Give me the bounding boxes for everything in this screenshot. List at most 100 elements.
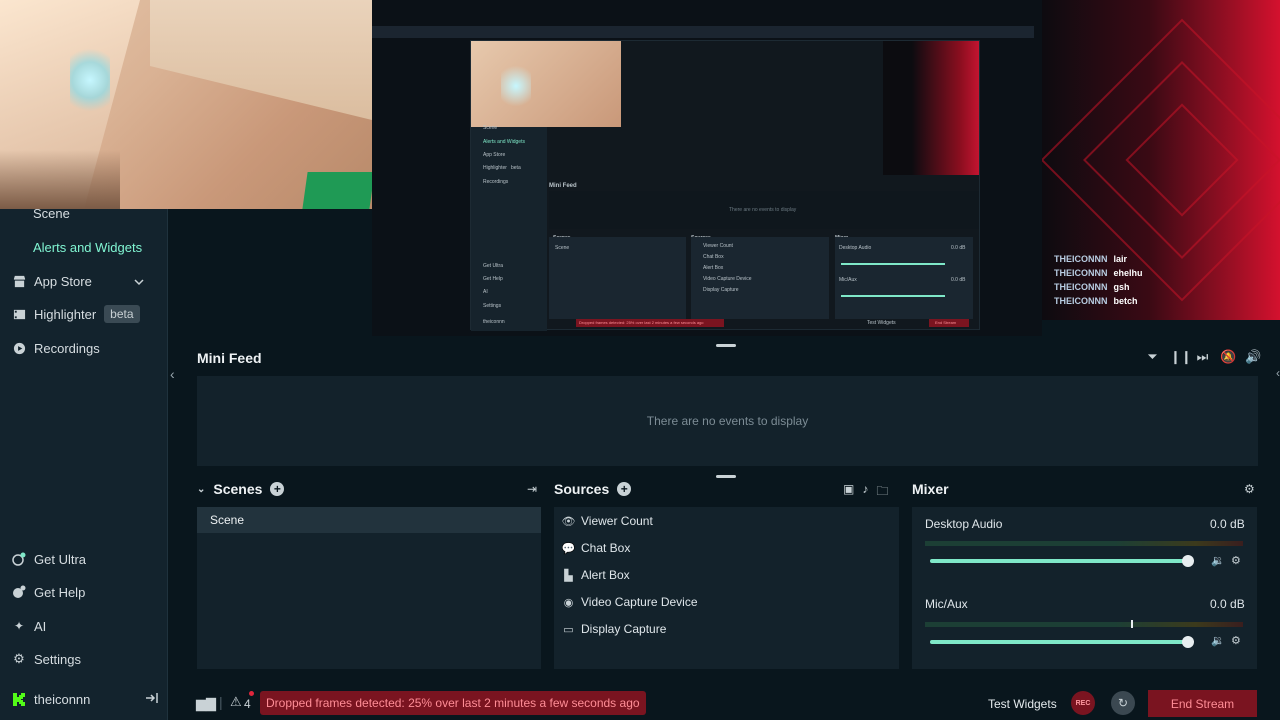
preview-top-bar <box>372 26 1034 38</box>
resize-handle[interactable] <box>716 475 736 478</box>
chat-text: ehelhu <box>1113 268 1143 278</box>
warning-icon[interactable]: ⚠ <box>230 694 242 710</box>
nested-sources-panel: Viewer Count Chat Box Alert Box Video Ca… <box>691 237 829 319</box>
nested-app-store: App Store <box>483 152 506 158</box>
chat-user: THEICONNN <box>1054 254 1108 264</box>
nested-dropped-pill: Dropped frames detected: 25% over last 2… <box>576 319 724 327</box>
scene-transition-icon[interactable]: ⇥ <box>527 482 537 496</box>
scenes-toolbar: ⇥ <box>527 482 537 496</box>
replay-buffer-button[interactable]: ↻ <box>1111 691 1135 715</box>
nested-src-display: Display Capture <box>703 287 739 293</box>
sidebar-item-label: AI <box>34 618 47 634</box>
sidebar-item-alerts-widgets[interactable]: Alerts and Widgets <box>33 236 142 258</box>
test-widgets-button[interactable]: Test Widgets <box>988 697 1057 711</box>
nested-chat-area <box>883 41 979 175</box>
stats-icon[interactable]: ▆▇ <box>196 696 216 712</box>
speaker-icon[interactable]: 🔉 <box>1211 554 1225 567</box>
expand-panel-icon[interactable]: ‹ <box>1276 366 1280 380</box>
nested-dropped-text: Dropped frames detected: 25% over last 2… <box>579 320 704 325</box>
nested-ai: AI <box>483 289 488 295</box>
collapse-sidebar-icon[interactable]: ‹ <box>170 366 175 382</box>
sidebar-item-get-ultra[interactable]: Get Ultra <box>12 548 86 570</box>
nested-feed: There are no events to display <box>549 191 979 229</box>
sources-list: 👁 Viewer Count 💬 Chat Box ▙ Alert Box ◉ … <box>554 507 899 669</box>
ultra-icon <box>12 552 26 566</box>
resize-handle[interactable] <box>716 344 736 347</box>
chat-user: THEICONNN <box>1054 296 1108 306</box>
sources-title: Sources <box>554 481 610 497</box>
sidebar-item-highlighter[interactable]: Highlighter beta <box>12 303 140 325</box>
volume-icon[interactable]: 🔊 <box>1245 349 1261 365</box>
volume-slider[interactable] <box>930 640 1188 644</box>
chevron-down-icon[interactable] <box>134 274 144 289</box>
gear-icon[interactable]: ⚙ <box>1231 634 1241 647</box>
filter-icon[interactable]: ⏷ <box>1145 349 1160 365</box>
record-button[interactable]: REC <box>1071 691 1095 715</box>
sidebar-item-label: Recordings <box>34 340 100 356</box>
sidebar-item-get-help[interactable]: Get Help <box>12 581 85 603</box>
nested-no-events: There are no events to display <box>729 207 797 213</box>
add-group-icon[interactable]: ▣ <box>843 482 854 503</box>
replay-icon: ↻ <box>1117 696 1129 710</box>
notification-dot <box>249 691 254 696</box>
volume-slider-knob[interactable] <box>1182 555 1194 567</box>
audio-source-icon[interactable]: ♪ <box>862 482 868 503</box>
mixer-title: Mixer <box>912 481 949 497</box>
mixer-channel-label: Mic/Aux <box>925 597 968 611</box>
dropped-frames-alert[interactable]: Dropped frames detected: 25% over last 2… <box>260 691 646 715</box>
nested-src-video: Video Capture Device <box>703 276 752 282</box>
sidebar-item-settings[interactable]: ⚙ Settings <box>12 648 81 670</box>
gear-icon[interactable]: ⚙ <box>1244 482 1255 496</box>
webcam-feed <box>0 0 372 209</box>
mute-notifications-icon[interactable]: 🔕 <box>1220 349 1236 365</box>
speaker-icon[interactable]: 🔉 <box>1211 634 1225 647</box>
chat-icon: 💬 <box>561 542 576 555</box>
sparkle-icon: ✦ <box>13 619 25 633</box>
scene-item[interactable]: Scene <box>197 507 541 533</box>
nested-src-chat: Chat Box <box>703 254 724 260</box>
sidebar-item-ai[interactable]: ✦ AI <box>12 615 46 637</box>
add-source-button[interactable]: + <box>617 482 632 496</box>
sidebar-item-label: Settings <box>34 651 81 667</box>
source-item-label: Chat Box <box>581 541 631 555</box>
end-stream-label: End Stream <box>1170 696 1235 711</box>
pause-icon[interactable]: ❙❙ <box>1170 349 1192 365</box>
end-stream-button[interactable]: End Stream <box>1148 690 1257 717</box>
volume-slider-knob[interactable] <box>1182 636 1194 648</box>
logout-icon[interactable] <box>145 692 158 707</box>
nested-highlighter: Highlighter <box>483 165 507 171</box>
add-scene-button[interactable]: + <box>270 482 285 496</box>
chat-user: THEICONNN <box>1054 282 1108 292</box>
nested-webcam <box>471 41 621 127</box>
sidebar-item-label: App Store <box>34 273 92 289</box>
nested-get-help: Get Help <box>483 276 503 282</box>
source-item[interactable]: 💬 Chat Box <box>561 538 631 558</box>
mixer-db-readout: 0.0 dB <box>1210 517 1245 531</box>
add-folder-icon[interactable]: 🗀 <box>876 482 888 503</box>
help-icon <box>12 585 26 599</box>
nested-desktop-slider <box>841 263 945 265</box>
sidebar-item-label: Get Help <box>34 584 86 600</box>
source-item-label: Display Capture <box>581 622 667 636</box>
volume-slider[interactable] <box>930 559 1188 563</box>
collapse-chevron-icon[interactable]: ⌄ <box>197 484 205 495</box>
nested-test-widgets: Test Widgets <box>867 320 896 326</box>
mixer-db-readout: 0.0 dB <box>1210 597 1245 611</box>
nested-get-ultra: Get Ultra <box>483 263 504 269</box>
source-item[interactable]: 👁 Viewer Count <box>562 511 653 531</box>
chat-text: betch <box>1113 296 1138 306</box>
source-item[interactable]: ▙ Alert Box <box>562 565 629 585</box>
sidebar-item-recordings[interactable]: Recordings <box>12 337 100 359</box>
sidebar-item-app-store[interactable]: App Store <box>12 270 158 292</box>
webcam-icon: ◉ <box>563 596 574 609</box>
sidebar-item-label: Get Ultra <box>34 551 87 567</box>
mixer-panel: Desktop Audio 0.0 dB 🔉 ⚙ Mic/Aux 0.0 dB … <box>912 507 1257 669</box>
gear-icon[interactable]: ⚙ <box>1231 554 1241 567</box>
sidebar-user[interactable]: theiconnn <box>12 688 158 710</box>
source-item[interactable]: ◉ Video Capture Device <box>562 592 698 612</box>
divider: | <box>219 694 223 710</box>
sources-toolbar: ▣ ♪ 🗀 <box>843 482 888 503</box>
skip-icon[interactable]: ⏭ <box>1195 349 1210 365</box>
source-item[interactable]: ▭ Display Capture <box>562 619 666 639</box>
chat-message: THEICONNN lair <box>1054 254 1127 264</box>
